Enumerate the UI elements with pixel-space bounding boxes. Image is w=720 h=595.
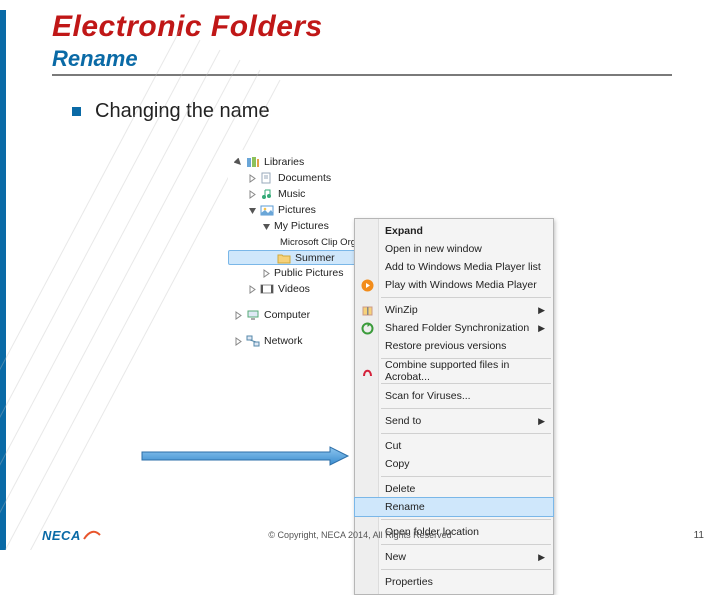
disclosure-open-icon bbox=[262, 222, 271, 231]
tree-selected-folder[interactable]: Summer bbox=[228, 250, 368, 265]
menu-label: Shared Folder Synchronization bbox=[385, 322, 529, 334]
tree-label: Libraries bbox=[264, 156, 304, 168]
sync-icon bbox=[359, 320, 375, 336]
menu-separator bbox=[381, 476, 551, 477]
tree-label: Videos bbox=[278, 283, 310, 295]
menu-winzip[interactable]: WinZip ▶ bbox=[355, 301, 553, 319]
menu-properties[interactable]: Properties bbox=[355, 573, 553, 591]
disclosure-closed-icon bbox=[262, 269, 271, 278]
acrobat-icon bbox=[359, 363, 375, 379]
menu-separator bbox=[381, 297, 551, 298]
menu-delete[interactable]: Delete bbox=[355, 480, 553, 498]
menu-label: Scan for Viruses... bbox=[385, 390, 471, 402]
disclosure-closed-icon bbox=[248, 174, 257, 183]
videos-icon bbox=[260, 283, 274, 295]
computer-icon bbox=[246, 309, 260, 321]
winzip-icon bbox=[359, 302, 375, 318]
menu-label: Cut bbox=[385, 440, 401, 452]
bullet-text: Changing the name bbox=[95, 100, 270, 123]
tree-public-pictures[interactable]: Public Pictures bbox=[228, 265, 368, 281]
copyright-text: © Copyright, NECA 2014, All Rights Reser… bbox=[0, 530, 720, 540]
menu-rename[interactable]: Rename bbox=[355, 498, 553, 516]
menu-label: Copy bbox=[385, 458, 410, 470]
tree-computer[interactable]: Computer bbox=[228, 307, 368, 323]
menu-restore[interactable]: Restore previous versions bbox=[355, 337, 553, 355]
pictures-icon bbox=[260, 204, 274, 216]
menu-new[interactable]: New ▶ bbox=[355, 548, 553, 566]
disclosure-closed-icon bbox=[234, 311, 243, 320]
explorer-screenshot: Libraries Documents Music Pictures My Pi… bbox=[228, 150, 528, 353]
chevron-right-icon: ▶ bbox=[538, 416, 545, 427]
menu-label: WinZip bbox=[385, 304, 418, 316]
tree-music[interactable]: Music bbox=[228, 186, 368, 202]
explorer-tree: Libraries Documents Music Pictures My Pi… bbox=[228, 150, 368, 353]
folder-icon bbox=[277, 252, 291, 264]
menu-label: Delete bbox=[385, 483, 415, 495]
left-accent-bar bbox=[0, 10, 6, 550]
menu-label: Play with Windows Media Player bbox=[385, 279, 537, 291]
page-number: 11 bbox=[694, 530, 704, 541]
menu-play-wmp[interactable]: Play with Windows Media Player bbox=[355, 276, 553, 294]
tree-clip-organizer[interactable]: Microsoft Clip Organizer bbox=[228, 234, 368, 250]
tree-label: My Pictures bbox=[274, 220, 329, 232]
disclosure-open-icon bbox=[248, 206, 257, 215]
menu-label: Properties bbox=[385, 576, 433, 588]
menu-label: Combine supported files in Acrobat... bbox=[385, 359, 553, 383]
chevron-right-icon: ▶ bbox=[538, 323, 545, 334]
menu-label: Restore previous versions bbox=[385, 340, 506, 352]
slide-footer: NECA © Copyright, NECA 2014, All Rights … bbox=[0, 520, 720, 550]
documents-icon bbox=[260, 172, 274, 184]
disclosure-open-icon bbox=[234, 158, 243, 167]
tree-label: Computer bbox=[264, 309, 310, 321]
menu-scan[interactable]: Scan for Viruses... bbox=[355, 387, 553, 405]
slide-subtitle: Rename bbox=[52, 46, 672, 76]
chevron-right-icon: ▶ bbox=[538, 305, 545, 316]
menu-label: Add to Windows Media Player list bbox=[385, 261, 541, 273]
music-icon bbox=[260, 188, 274, 200]
menu-separator bbox=[381, 383, 551, 384]
menu-add-wmp[interactable]: Add to Windows Media Player list bbox=[355, 258, 553, 276]
bullet-square-icon bbox=[72, 107, 81, 116]
tree-label: Documents bbox=[278, 172, 331, 184]
menu-label: New bbox=[385, 551, 406, 563]
menu-copy[interactable]: Copy bbox=[355, 455, 553, 473]
tree-network[interactable]: Network bbox=[228, 333, 368, 349]
tree-label: Pictures bbox=[278, 204, 316, 216]
menu-open-new-window[interactable]: Open in new window bbox=[355, 240, 553, 258]
menu-separator bbox=[381, 408, 551, 409]
menu-send-to[interactable]: Send to ▶ bbox=[355, 412, 553, 430]
slide-title: Electronic Folders bbox=[52, 10, 720, 44]
disclosure-closed-icon bbox=[248, 285, 257, 294]
menu-label: Expand bbox=[385, 225, 423, 237]
disclosure-closed-icon bbox=[248, 190, 257, 199]
wmp-icon bbox=[359, 277, 375, 293]
network-icon bbox=[246, 335, 260, 347]
menu-label: Send to bbox=[385, 415, 421, 427]
menu-separator bbox=[381, 569, 551, 570]
libraries-icon bbox=[246, 156, 260, 168]
tree-label: Music bbox=[278, 188, 305, 200]
bullet-item: Changing the name bbox=[72, 100, 720, 123]
menu-separator bbox=[381, 433, 551, 434]
tree-my-pictures[interactable]: My Pictures bbox=[228, 218, 368, 234]
menu-cut[interactable]: Cut bbox=[355, 437, 553, 455]
tree-videos[interactable]: Videos bbox=[228, 281, 368, 297]
tree-pictures[interactable]: Pictures bbox=[228, 202, 368, 218]
chevron-right-icon: ▶ bbox=[538, 552, 545, 563]
tree-label: Summer bbox=[295, 252, 335, 264]
menu-label: Open in new window bbox=[385, 243, 482, 255]
tree-documents[interactable]: Documents bbox=[228, 170, 368, 186]
tree-libraries[interactable]: Libraries bbox=[228, 154, 368, 170]
tree-label: Network bbox=[264, 335, 303, 347]
menu-shared-sync[interactable]: Shared Folder Synchronization ▶ bbox=[355, 319, 553, 337]
tree-label: Public Pictures bbox=[274, 267, 343, 279]
menu-label: Rename bbox=[385, 501, 425, 513]
menu-acrobat[interactable]: Combine supported files in Acrobat... bbox=[355, 362, 553, 380]
menu-expand[interactable]: Expand bbox=[355, 222, 553, 240]
disclosure-closed-icon bbox=[234, 337, 243, 346]
callout-arrow-icon bbox=[140, 445, 240, 465]
